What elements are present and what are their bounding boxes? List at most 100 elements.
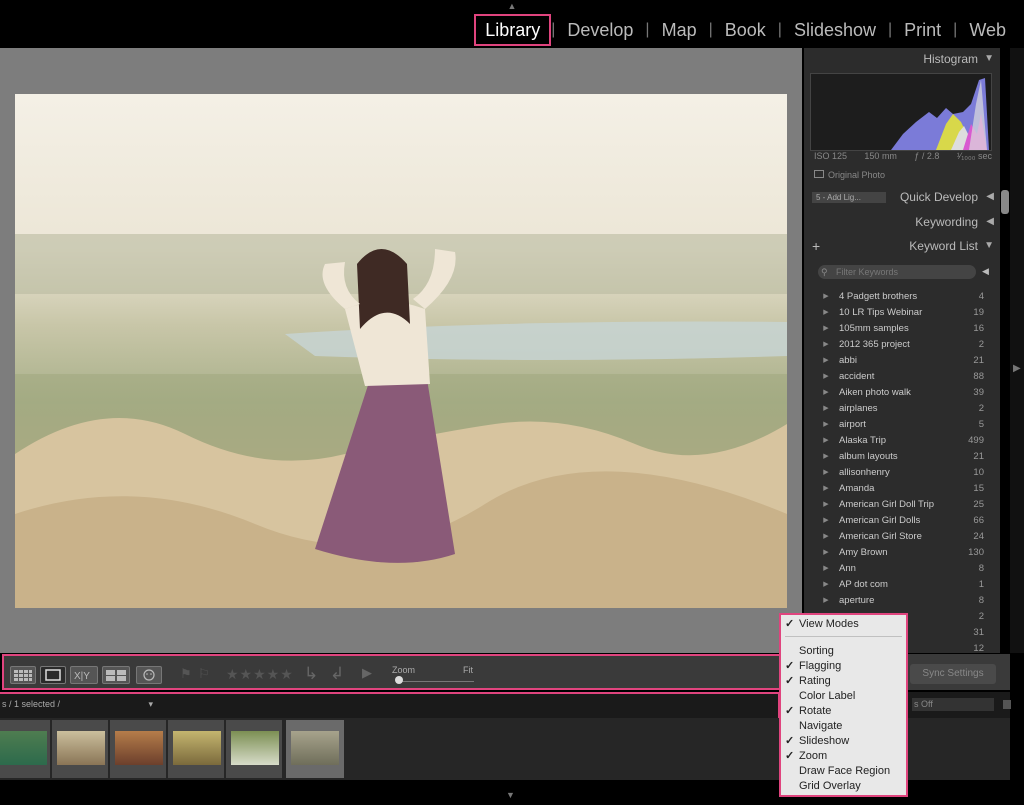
keyword-filter-input[interactable]: Filter Keywords <box>818 265 976 279</box>
menu-item-slideshow[interactable]: ✓ Slideshow <box>781 734 906 749</box>
disclosure-triangle-icon[interactable]: ▶ <box>808 500 832 508</box>
keyword-row[interactable]: ▶ American Girl Dolls 66 <box>808 512 996 528</box>
keyword-row[interactable]: ▶ AP dot com 1 <box>808 576 996 592</box>
module-web[interactable]: Web <box>957 16 1018 44</box>
rating-stars[interactable]: ★★★★★ <box>226 666 294 683</box>
source-dropdown-icon[interactable]: ▾ <box>149 699 154 709</box>
collapse-triangle-icon[interactable]: ▼ <box>984 48 994 70</box>
disclosure-triangle-icon[interactable]: ▶ <box>808 404 832 412</box>
disclosure-triangle-icon[interactable]: ▶ <box>808 340 832 348</box>
module-library[interactable]: Library <box>474 14 552 46</box>
keyword-row[interactable]: ▶ Aiken photo walk 39 <box>808 384 996 400</box>
disclosure-triangle-icon[interactable]: ▶ <box>808 548 832 556</box>
rotate-right-icon[interactable]: ↲ <box>330 664 344 684</box>
histogram-header[interactable]: Histogram ▼ <box>804 48 1000 70</box>
filmstrip-thumbnail-selected[interactable] <box>286 720 344 778</box>
module-print[interactable]: Print <box>892 16 953 44</box>
flag-icon[interactable]: ⚑ <box>180 666 192 682</box>
disclosure-triangle-icon[interactable]: ▶ <box>808 516 832 524</box>
disclosure-triangle-icon[interactable]: ▶ <box>808 468 832 476</box>
menu-item-view-modes[interactable]: ✓ View Modes <box>781 617 906 632</box>
keyword-row[interactable]: ▶ American Girl Store 24 <box>808 528 996 544</box>
compare-view-button[interactable]: X|Y <box>70 666 98 684</box>
filmstrip-thumbnail[interactable] <box>226 720 282 778</box>
module-slideshow[interactable]: Slideshow <box>782 16 888 44</box>
saved-preset-select[interactable]: 5 - Add Lig... <box>812 192 886 203</box>
play-slideshow-icon[interactable]: ▶ <box>362 665 372 681</box>
disclosure-triangle-icon[interactable]: ▶ <box>808 372 832 380</box>
menu-item-color-label[interactable]: Color Label <box>781 689 906 704</box>
right-panel-toggle-icon[interactable]: ▶ <box>1013 363 1021 374</box>
disclosure-triangle-icon[interactable]: ▶ <box>808 356 832 364</box>
filmstrip-thumbnail[interactable] <box>52 720 108 778</box>
menu-item-sorting[interactable]: Sorting <box>781 644 906 659</box>
collapse-triangle-icon[interactable]: ▼ <box>984 235 994 257</box>
menu-item-navigate[interactable]: Navigate <box>781 719 906 734</box>
disclosure-triangle-icon[interactable]: ▶ <box>808 292 832 300</box>
disclosure-triangle-icon[interactable]: ▶ <box>808 452 832 460</box>
keyword-row[interactable]: ▶ 4 Padgett brothers 4 <box>808 288 996 304</box>
zoom-slider-track[interactable] <box>398 681 474 682</box>
keyword-row[interactable]: ▶ 10 LR Tips Webinar 19 <box>808 304 996 320</box>
keyword-row[interactable]: ▶ abbi 21 <box>808 352 996 368</box>
filter-toggle-icon[interactable]: ◀ <box>982 266 989 277</box>
keyword-row[interactable]: ▶ Amy Brown 130 <box>808 544 996 560</box>
keyword-row[interactable]: ▶ allisonhenry 10 <box>808 464 996 480</box>
keyword-count: 4 <box>978 290 984 302</box>
loupe-view-button[interactable] <box>40 666 66 684</box>
keyword-row[interactable]: ▶ Amanda 15 <box>808 480 996 496</box>
filter-lock-icon[interactable] <box>1003 700 1011 709</box>
keyword-row[interactable]: ▶ album layouts 21 <box>808 448 996 464</box>
keywording-header[interactable]: Keywording ◀ <box>804 211 1000 233</box>
people-view-button[interactable] <box>136 666 162 684</box>
menu-item-draw-face-region[interactable]: Draw Face Region <box>781 764 906 779</box>
keyword-row[interactable]: ▶ aperture 8 <box>808 592 996 608</box>
keyword-row[interactable]: ▶ accident 88 <box>808 368 996 384</box>
menu-item-zoom[interactable]: ✓ Zoom <box>781 749 906 764</box>
disclosure-triangle-icon[interactable]: ▶ <box>808 420 832 428</box>
filmstrip-thumbnail[interactable] <box>0 720 50 778</box>
menu-item-grid-overlay[interactable]: Grid Overlay <box>781 779 906 794</box>
histogram[interactable] <box>810 73 992 151</box>
menu-item-flagging[interactable]: ✓ Flagging <box>781 659 906 674</box>
keyword-name: Ann <box>839 562 856 574</box>
keyword-row[interactable]: ▶ Ann 8 <box>808 560 996 576</box>
disclosure-triangle-icon[interactable]: ▶ <box>808 388 832 396</box>
keyword-row[interactable]: ▶ airport 5 <box>808 416 996 432</box>
disclosure-triangle-icon[interactable]: ▶ <box>808 564 832 572</box>
keyword-row[interactable]: ▶ 105mm samples 16 <box>808 320 996 336</box>
keyword-row[interactable]: ▶ 2012 365 project 2 <box>808 336 996 352</box>
keyword-row[interactable]: ▶ Alaska Trip 499 <box>808 432 996 448</box>
disclosure-triangle-icon[interactable]: ▶ <box>808 484 832 492</box>
menu-item-rating[interactable]: ✓ Rating <box>781 674 906 689</box>
expand-triangle-icon[interactable]: ◀ <box>986 211 994 233</box>
keyword-row[interactable]: ▶ airplanes 2 <box>808 400 996 416</box>
disclosure-triangle-icon[interactable]: ▶ <box>808 436 832 444</box>
right-panel-scrollbar[interactable] <box>1001 190 1009 214</box>
expand-triangle-icon[interactable]: ◀ <box>986 186 994 208</box>
bottom-panel-toggle-icon[interactable]: ▼ <box>506 790 515 800</box>
zoom-slider-handle[interactable] <box>395 676 403 684</box>
disclosure-triangle-icon[interactable]: ▶ <box>808 596 832 604</box>
grid-view-button[interactable] <box>10 666 36 684</box>
keyword-row[interactable]: ▶ American Girl Doll Trip 25 <box>808 496 996 512</box>
sync-settings-button[interactable]: Sync Settings <box>910 664 996 684</box>
menu-item-rotate[interactable]: ✓ Rotate <box>781 704 906 719</box>
module-book[interactable]: Book <box>713 16 778 44</box>
reject-flag-icon[interactable]: ⚐ <box>198 666 210 682</box>
module-develop[interactable]: Develop <box>555 16 645 44</box>
main-photo[interactable] <box>15 94 787 608</box>
disclosure-triangle-icon[interactable]: ▶ <box>808 308 832 316</box>
disclosure-triangle-icon[interactable]: ▶ <box>808 324 832 332</box>
module-map[interactable]: Map <box>650 16 709 44</box>
disclosure-triangle-icon[interactable]: ▶ <box>808 532 832 540</box>
disclosure-triangle-icon[interactable]: ▶ <box>808 580 832 588</box>
survey-view-button[interactable] <box>102 666 130 684</box>
rotate-left-icon[interactable]: ↳ <box>304 664 318 684</box>
filmstrip-thumbnail[interactable] <box>168 720 224 778</box>
top-panel-toggle-icon[interactable]: ▲ <box>506 2 518 11</box>
filmstrip-filter-select[interactable]: s Off <box>912 698 994 711</box>
add-keyword-button[interactable]: + <box>812 235 820 257</box>
filmstrip-thumbnail[interactable] <box>110 720 166 778</box>
keyword-list-header[interactable]: + Keyword List ▼ <box>804 235 1000 257</box>
